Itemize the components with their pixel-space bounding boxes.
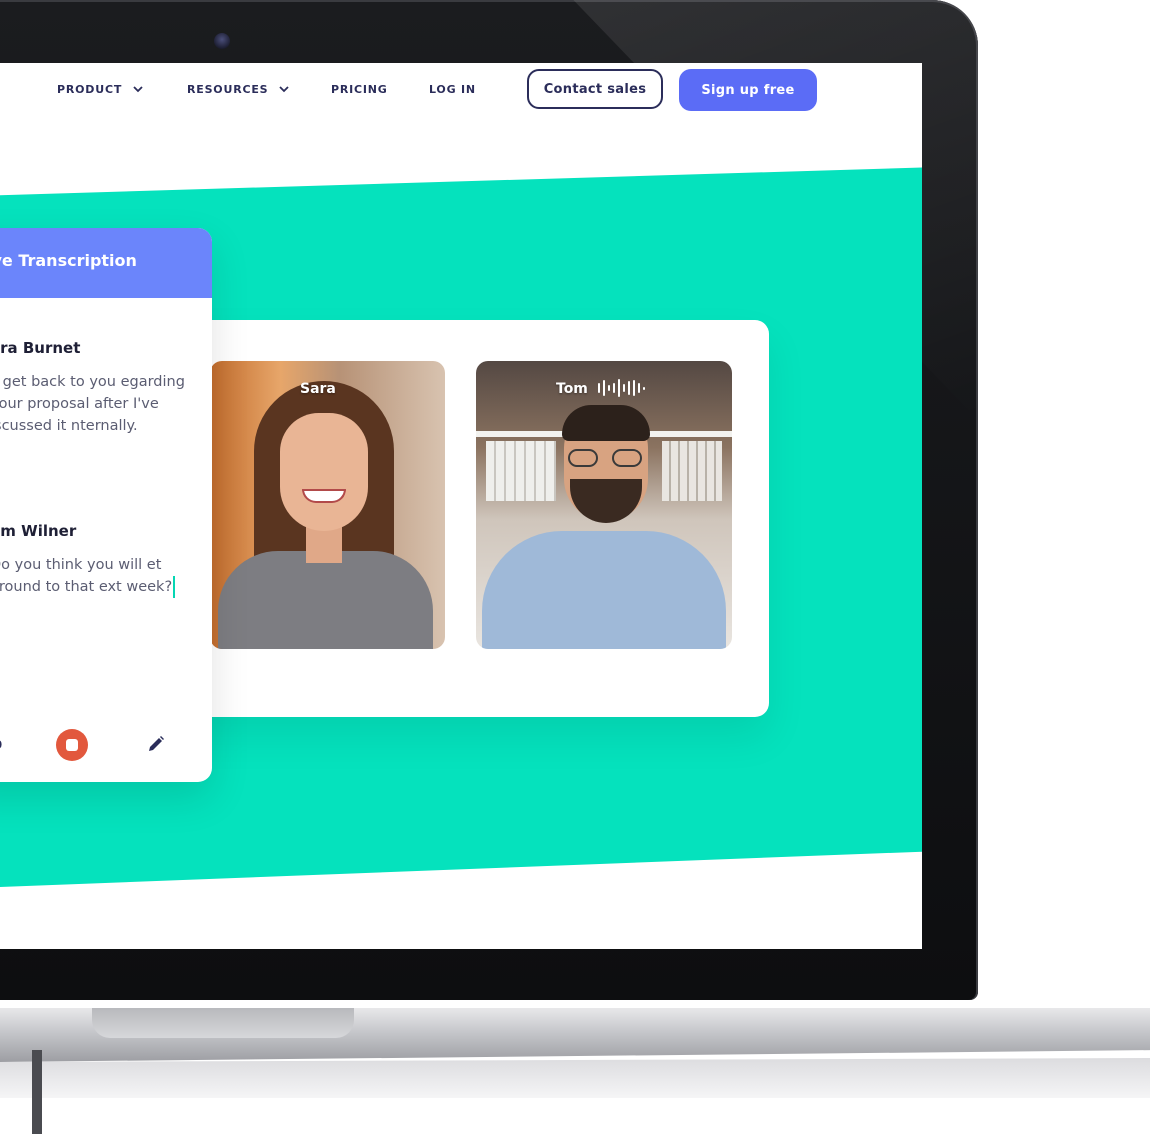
webcam-icon <box>214 33 230 49</box>
participant-photo-face <box>280 413 368 531</box>
nav-resources-label: RESOURCES <box>187 83 269 96</box>
laptop-base-notch <box>92 1008 354 1038</box>
stop-recording-button[interactable] <box>56 729 88 761</box>
pencil-icon[interactable] <box>146 734 166 754</box>
transcription-title: ive Transcription <box>0 251 137 270</box>
participant-name: Tom <box>556 381 588 397</box>
background-books <box>486 441 556 501</box>
audio-wave-icon <box>598 379 645 397</box>
text-caret <box>173 576 176 598</box>
laptop-base <box>0 1000 1150 1134</box>
transcription-header: ive Transcription <box>0 228 212 298</box>
laptop-screen: PRODUCT RESOURCES PRICING LOG IN Contact… <box>0 63 922 949</box>
chevron-down-icon <box>133 86 143 93</box>
nav-resources[interactable]: RESOURCES <box>187 83 289 96</box>
top-nav: PRODUCT RESOURCES PRICING LOG IN Contact… <box>0 63 922 119</box>
nav-product[interactable]: PRODUCT <box>57 83 143 96</box>
chevron-down-icon <box>279 86 289 93</box>
speaker-name: ara Burnet <box>0 339 81 357</box>
background-books <box>662 441 722 501</box>
transcript-text: ll get back to you egarding your proposa… <box>0 374 185 434</box>
laptop-base-foot <box>32 1050 42 1134</box>
participant-name: Sara <box>300 381 336 397</box>
contact-sales-button[interactable]: Contact sales <box>527 69 663 109</box>
recording-timer: 9 <box>0 738 2 752</box>
nav-login[interactable]: LOG IN <box>429 83 476 96</box>
participant-photo-hair <box>562 405 650 441</box>
nav-product-label: PRODUCT <box>57 83 123 96</box>
transcription-panel: ive Transcription ara Burnet ll get back… <box>0 228 212 782</box>
participant-photo-beard <box>570 479 642 523</box>
stop-icon <box>66 739 78 751</box>
video-tile-sara[interactable]: Sara <box>210 361 445 649</box>
nav-pricing[interactable]: PRICING <box>331 83 388 96</box>
sign-up-button[interactable]: Sign up free <box>679 69 817 111</box>
participant-photo-glasses <box>568 449 644 467</box>
participant-photo-body <box>482 531 726 649</box>
participant-photo-body <box>218 551 433 649</box>
laptop-base-under <box>0 1058 1150 1098</box>
transcript-text: Do you think you will et around to that … <box>0 557 173 595</box>
speaker-name: om Wilner <box>0 522 77 540</box>
video-call-card: Sara Tom <box>150 320 769 717</box>
video-tile-tom[interactable]: Tom <box>476 361 732 649</box>
transcript-text-live: Do you think you will et around to that … <box>0 554 200 598</box>
